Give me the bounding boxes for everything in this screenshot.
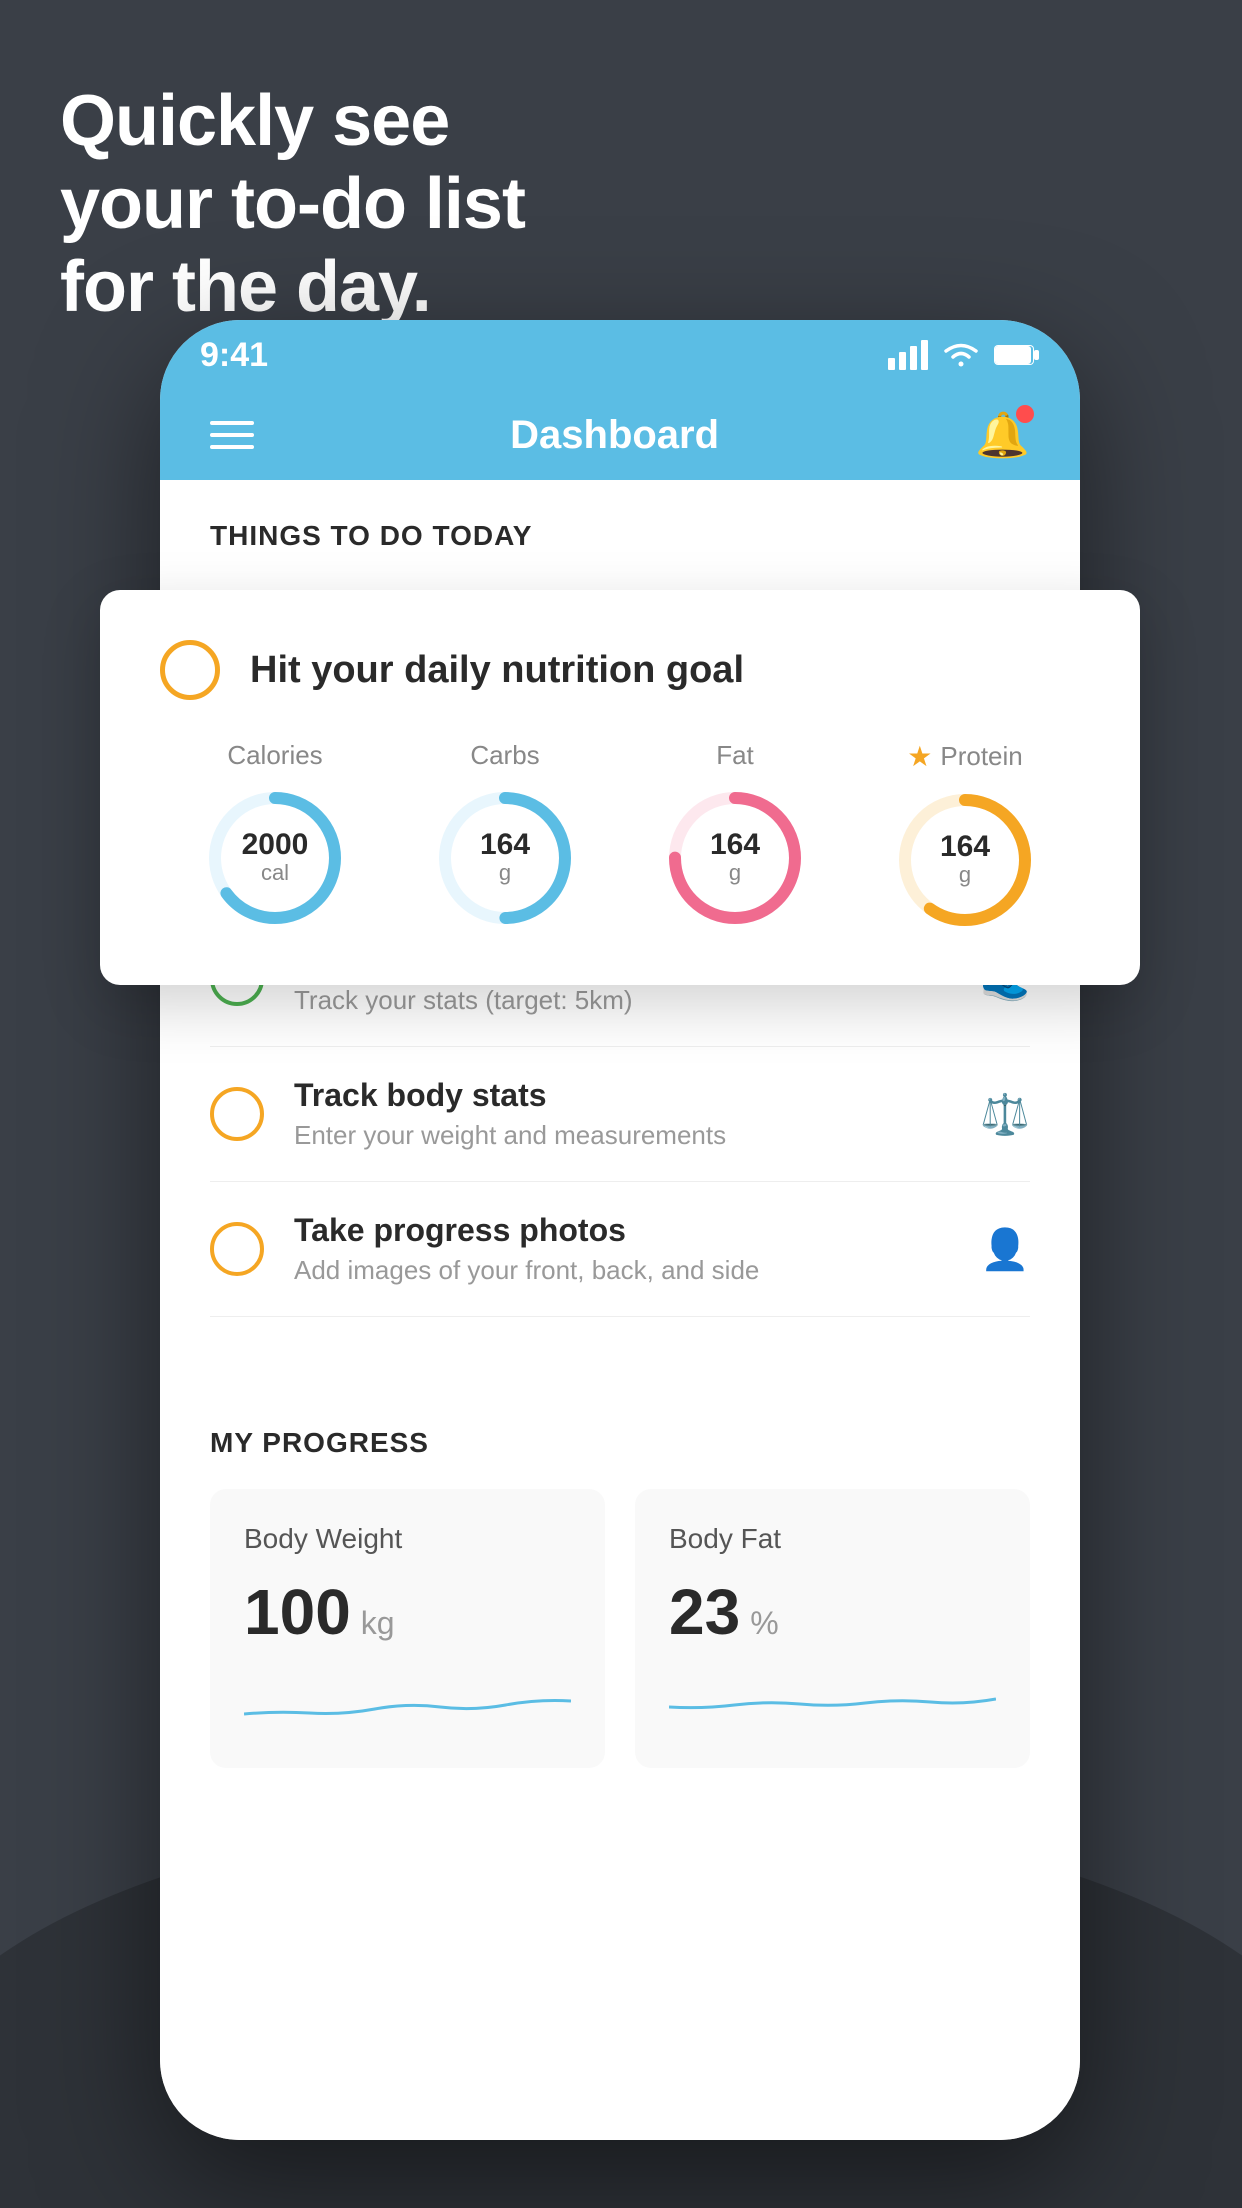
photo-icon: 👤: [980, 1226, 1030, 1273]
notification-bell-button[interactable]: 🔔: [975, 409, 1030, 461]
todo-check-photos[interactable]: [210, 1222, 264, 1276]
nutrition-card-title: Hit your daily nutrition goal: [250, 649, 744, 692]
todo-desc-running: Track your stats (target: 5km): [294, 985, 950, 1016]
calories-value: 2000: [242, 830, 309, 860]
carbs-unit: g: [480, 860, 530, 886]
wifi-icon: [942, 340, 980, 370]
todo-check-body-stats[interactable]: [210, 1087, 264, 1141]
protein-donut: 164 g: [890, 785, 1040, 935]
hero-text: Quickly see your to-do list for the day.: [60, 80, 525, 328]
fat-donut: 164 g: [660, 783, 810, 933]
nav-bar: Dashboard 🔔: [160, 390, 1080, 480]
todo-name-photos: Take progress photos: [294, 1212, 950, 1249]
scale-icon: ⚖️: [980, 1091, 1030, 1138]
todo-desc-photos: Add images of your front, back, and side: [294, 1255, 950, 1286]
signal-icon: [888, 340, 928, 370]
hamburger-menu-button[interactable]: [210, 421, 254, 449]
progress-cards: Body Weight 100 kg Body Fat 23 %: [210, 1489, 1030, 1768]
protein-value: 164: [940, 832, 990, 862]
macros-row: Calories 2000 cal Carbs: [160, 740, 1080, 935]
macro-protein: ★ Protein 164 g: [890, 740, 1040, 935]
notification-dot: [1016, 405, 1034, 423]
battery-icon: [994, 343, 1040, 367]
nav-title: Dashboard: [510, 413, 719, 458]
todo-item-body-stats[interactable]: Track body stats Enter your weight and m…: [210, 1047, 1030, 1182]
nutrition-check-circle[interactable]: [160, 640, 220, 700]
body-fat-chart: [669, 1669, 996, 1729]
body-weight-value: 100: [244, 1575, 351, 1649]
carbs-value: 164: [480, 830, 530, 860]
star-icon: ★: [907, 740, 932, 773]
status-time: 9:41: [200, 336, 268, 375]
body-weight-unit: kg: [361, 1605, 395, 1642]
things-today-header: THINGS TO DO TODAY: [160, 480, 1080, 572]
body-weight-card[interactable]: Body Weight 100 kg: [210, 1489, 605, 1768]
hero-line2: your to-do list: [60, 163, 525, 246]
fat-unit: g: [710, 860, 760, 886]
fat-label: Fat: [716, 740, 754, 771]
nutrition-card[interactable]: Hit your daily nutrition goal Calories 2…: [100, 590, 1140, 985]
carbs-label: Carbs: [470, 740, 539, 771]
macro-calories: Calories 2000 cal: [200, 740, 350, 933]
body-weight-chart: [244, 1669, 571, 1729]
carbs-donut: 164 g: [430, 783, 580, 933]
progress-section: MY PROGRESS Body Weight 100 kg Body Fat …: [160, 1377, 1080, 1768]
todo-desc-body-stats: Enter your weight and measurements: [294, 1120, 950, 1151]
calories-donut: 2000 cal: [200, 783, 350, 933]
macro-fat: Fat 164 g: [660, 740, 810, 933]
hero-line3: for the day.: [60, 246, 525, 329]
body-fat-card[interactable]: Body Fat 23 %: [635, 1489, 1030, 1768]
calories-label: Calories: [227, 740, 322, 771]
status-icons: [888, 340, 1040, 370]
macro-carbs: Carbs 164 g: [430, 740, 580, 933]
hero-line1: Quickly see: [60, 80, 525, 163]
body-fat-label: Body Fat: [669, 1523, 996, 1555]
calories-unit: cal: [242, 860, 309, 886]
progress-title: MY PROGRESS: [210, 1427, 1030, 1459]
body-fat-value: 23: [669, 1575, 740, 1649]
todo-name-body-stats: Track body stats: [294, 1077, 950, 1114]
body-weight-label: Body Weight: [244, 1523, 571, 1555]
protein-label: ★ Protein: [907, 740, 1023, 773]
todo-item-photos[interactable]: Take progress photos Add images of your …: [210, 1182, 1030, 1317]
fat-value: 164: [710, 830, 760, 860]
body-fat-unit: %: [750, 1605, 778, 1642]
protein-unit: g: [940, 862, 990, 888]
status-bar: 9:41: [160, 320, 1080, 390]
